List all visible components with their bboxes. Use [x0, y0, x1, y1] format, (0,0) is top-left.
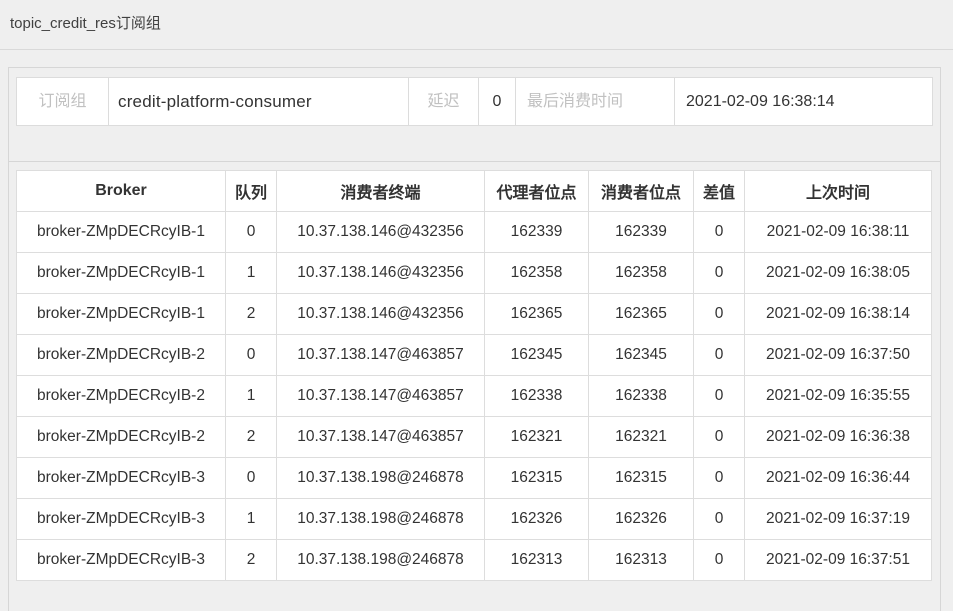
- table-cell: 10.37.138.146@432356: [277, 212, 485, 253]
- table-cell: 162358: [485, 253, 589, 294]
- table-cell: 162365: [485, 294, 589, 335]
- table-cell: broker-ZMpDECRcyIB-2: [17, 335, 226, 376]
- column-header: 差值: [694, 171, 745, 212]
- table-cell: 0: [694, 212, 745, 253]
- column-header: 消费者位点: [589, 171, 694, 212]
- table-cell: 162326: [589, 499, 694, 540]
- subscription-info-bar: 订阅组 credit-platform-consumer 延迟 0 最后消费时间…: [16, 77, 933, 126]
- table-cell: 2021-02-09 16:38:05: [745, 253, 932, 294]
- table-cell: broker-ZMpDECRcyIB-1: [17, 294, 226, 335]
- column-header: Broker: [17, 171, 226, 212]
- column-header: 上次时间: [745, 171, 932, 212]
- table-cell: 2021-02-09 16:37:51: [745, 540, 932, 581]
- table-cell: 162338: [589, 376, 694, 417]
- table-cell: 0: [694, 294, 745, 335]
- table-row: broker-ZMpDECRcyIB-2 0 10.37.138.147@463…: [17, 335, 932, 376]
- table-cell: 10.37.138.147@463857: [277, 376, 485, 417]
- table-cell: 162358: [589, 253, 694, 294]
- delay-value: 0: [479, 78, 516, 125]
- column-header: 代理者位点: [485, 171, 589, 212]
- table-cell: 10.37.138.147@463857: [277, 417, 485, 458]
- table-cell: broker-ZMpDECRcyIB-1: [17, 212, 226, 253]
- table-cell: 2021-02-09 16:37:19: [745, 499, 932, 540]
- table-row: broker-ZMpDECRcyIB-3 0 10.37.138.198@246…: [17, 458, 932, 499]
- table-cell: 10.37.138.198@246878: [277, 458, 485, 499]
- table-cell: 0: [226, 335, 277, 376]
- table-cell: 10.37.138.146@432356: [277, 294, 485, 335]
- table-cell: 0: [694, 335, 745, 376]
- table-header-row: Broker队列消费者终端代理者位点消费者位点差值上次时间: [17, 171, 932, 212]
- table-row: broker-ZMpDECRcyIB-1 2 10.37.138.146@432…: [17, 294, 932, 335]
- table-row: broker-ZMpDECRcyIB-2 2 10.37.138.147@463…: [17, 417, 932, 458]
- table-cell: 162345: [485, 335, 589, 376]
- page-title: topic_credit_res订阅组: [10, 0, 161, 48]
- last-consume-time-label: 最后消费时间: [516, 78, 675, 125]
- table-cell: 1: [226, 253, 277, 294]
- table-cell: broker-ZMpDECRcyIB-3: [17, 499, 226, 540]
- page-title-bar: topic_credit_res订阅组: [0, 0, 953, 50]
- table-cell: 162321: [485, 417, 589, 458]
- table-cell: 0: [694, 540, 745, 581]
- table-cell: 162313: [589, 540, 694, 581]
- table-row: broker-ZMpDECRcyIB-1 1 10.37.138.146@432…: [17, 253, 932, 294]
- table-cell: 0: [694, 458, 745, 499]
- delay-label: 延迟: [409, 78, 479, 125]
- table-cell: 2021-02-09 16:38:14: [745, 294, 932, 335]
- subscription-group-label: 订阅组: [17, 78, 109, 125]
- table-cell: broker-ZMpDECRcyIB-2: [17, 417, 226, 458]
- table-cell: 0: [694, 376, 745, 417]
- table-cell: 2021-02-09 16:37:50: [745, 335, 932, 376]
- table-cell: 162315: [589, 458, 694, 499]
- table-row: broker-ZMpDECRcyIB-1 0 10.37.138.146@432…: [17, 212, 932, 253]
- table-cell: 0: [694, 253, 745, 294]
- broker-offset-table: Broker队列消费者终端代理者位点消费者位点差值上次时间 broker-ZMp…: [16, 170, 932, 581]
- subscription-detail-panel: 订阅组 credit-platform-consumer 延迟 0 最后消费时间…: [8, 67, 941, 611]
- table-row: broker-ZMpDECRcyIB-3 2 10.37.138.198@246…: [17, 540, 932, 581]
- broker-table-wrap: Broker队列消费者终端代理者位点消费者位点差值上次时间 broker-ZMp…: [16, 170, 940, 581]
- subscription-group-value: credit-platform-consumer: [109, 78, 409, 125]
- table-cell: 10.37.138.198@246878: [277, 499, 485, 540]
- broker-table-body: broker-ZMpDECRcyIB-1 0 10.37.138.146@432…: [17, 212, 932, 581]
- console-screen: topic_credit_res订阅组 订阅组 credit-platform-…: [0, 0, 953, 611]
- column-header: 队列: [226, 171, 277, 212]
- last-consume-time-value: 2021-02-09 16:38:14: [675, 78, 932, 125]
- table-cell: 2021-02-09 16:36:38: [745, 417, 932, 458]
- table-cell: broker-ZMpDECRcyIB-1: [17, 253, 226, 294]
- table-cell: 2021-02-09 16:38:11: [745, 212, 932, 253]
- table-cell: 2021-02-09 16:35:55: [745, 376, 932, 417]
- table-cell: 0: [694, 499, 745, 540]
- table-cell: 162326: [485, 499, 589, 540]
- table-row: broker-ZMpDECRcyIB-2 1 10.37.138.147@463…: [17, 376, 932, 417]
- table-cell: broker-ZMpDECRcyIB-2: [17, 376, 226, 417]
- table-cell: 2: [226, 417, 277, 458]
- table-cell: 0: [694, 417, 745, 458]
- table-row: broker-ZMpDECRcyIB-3 1 10.37.138.198@246…: [17, 499, 932, 540]
- table-cell: 162339: [485, 212, 589, 253]
- table-cell: 2: [226, 294, 277, 335]
- table-cell: 10.37.138.147@463857: [277, 335, 485, 376]
- table-cell: 2021-02-09 16:36:44: [745, 458, 932, 499]
- table-cell: 162321: [589, 417, 694, 458]
- table-cell: 0: [226, 212, 277, 253]
- column-header: 消费者终端: [277, 171, 485, 212]
- table-cell: broker-ZMpDECRcyIB-3: [17, 458, 226, 499]
- table-cell: 0: [226, 458, 277, 499]
- table-cell: 162339: [589, 212, 694, 253]
- table-cell: 1: [226, 376, 277, 417]
- table-cell: 2: [226, 540, 277, 581]
- table-cell: broker-ZMpDECRcyIB-3: [17, 540, 226, 581]
- table-cell: 1: [226, 499, 277, 540]
- table-cell: 162365: [589, 294, 694, 335]
- table-cell: 162345: [589, 335, 694, 376]
- table-cell: 10.37.138.198@246878: [277, 540, 485, 581]
- info-section: 订阅组 credit-platform-consumer 延迟 0 最后消费时间…: [9, 77, 940, 162]
- table-cell: 10.37.138.146@432356: [277, 253, 485, 294]
- table-cell: 162338: [485, 376, 589, 417]
- table-cell: 162313: [485, 540, 589, 581]
- table-cell: 162315: [485, 458, 589, 499]
